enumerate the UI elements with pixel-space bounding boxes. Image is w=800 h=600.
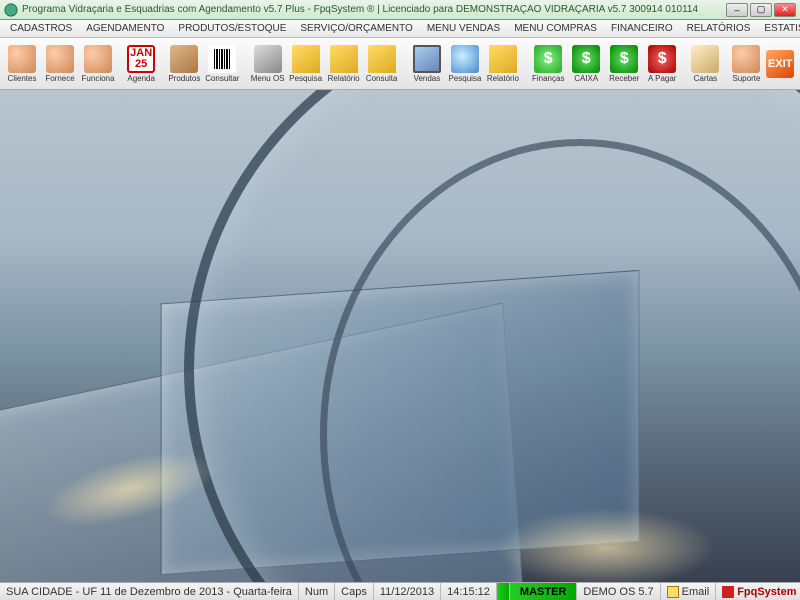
brand-icon <box>722 586 734 598</box>
people-icon <box>8 45 36 73</box>
tb-agenda[interactable]: JAN25Agenda <box>125 41 157 87</box>
reflection <box>496 508 716 582</box>
calendar-icon: JAN25 <box>127 45 155 73</box>
tb-relatorio2[interactable]: Relatório <box>485 41 521 87</box>
tb-funciona[interactable]: Funciona <box>80 41 116 87</box>
sb-location: SUA CIDADE - UF 11 de Dezembro de 2013 -… <box>0 583 299 600</box>
tb-suporte[interactable]: Suporte <box>731 41 763 87</box>
tb-fornece[interactable]: Fornece <box>42 41 78 87</box>
tb-caixa[interactable]: $CAIXA <box>568 41 604 87</box>
exit-icon: EXIT <box>766 50 794 78</box>
tb-apagar[interactable]: $A Pagar <box>644 41 680 87</box>
tb-pesquisa2[interactable]: Pesquisa <box>447 41 483 87</box>
window-titlebar: Programa Vidraçaria e Esquadrias com Age… <box>0 0 800 20</box>
menu-agendamento[interactable]: AGENDAMENTO <box>80 22 170 35</box>
tb-vendas[interactable]: Vendas <box>409 41 445 87</box>
sb-num: Num <box>299 583 335 600</box>
sb-caps: Caps <box>335 583 374 600</box>
search-icon <box>451 45 479 73</box>
tb-consultar[interactable]: Consultar <box>204 41 240 87</box>
window-controls: – ▢ ✕ <box>726 3 796 17</box>
tb-pesquisa[interactable]: Pesquisa <box>288 41 324 87</box>
tb-consulta[interactable]: Consulta <box>364 41 400 87</box>
money-icon: $ <box>534 45 562 73</box>
mail-icon <box>667 586 679 598</box>
close-button[interactable]: ✕ <box>774 3 796 17</box>
workspace-background <box>0 90 800 582</box>
pay-icon: $ <box>648 45 676 73</box>
window-title: Programa Vidraçaria e Esquadrias com Age… <box>22 4 726 15</box>
tb-menuos[interactable]: Menu OS <box>250 41 286 87</box>
tb-receber[interactable]: $Receber <box>606 41 642 87</box>
tb-exit[interactable]: EXIT <box>764 41 796 87</box>
folder-icon <box>368 45 396 73</box>
receive-icon: $ <box>610 45 638 73</box>
letter-icon <box>691 45 719 73</box>
support-icon <box>732 45 760 73</box>
menu-relatorios[interactable]: RELATÓRIOS <box>681 22 757 35</box>
folder-report-icon <box>330 45 358 73</box>
menu-compras[interactable]: MENU COMPRAS <box>508 22 603 35</box>
cash-icon: $ <box>572 45 600 73</box>
people-icon <box>84 45 112 73</box>
sb-time: 14:15:12 <box>441 583 497 600</box>
app-icon <box>4 3 18 17</box>
menu-financeiro[interactable]: FINANCEIRO <box>605 22 679 35</box>
tb-clientes[interactable]: Clientes <box>4 41 40 87</box>
menu-produtos[interactable]: PRODUTOS/ESTOQUE <box>172 22 292 35</box>
toolbar: Clientes Fornece Funciona JAN25Agenda Pr… <box>0 38 800 90</box>
sb-progress <box>497 583 510 600</box>
maximize-button[interactable]: ▢ <box>750 3 772 17</box>
monitor-icon <box>413 45 441 73</box>
clipboard-icon <box>254 45 282 73</box>
sb-version: DEMO OS 5.7 <box>577 583 660 600</box>
box-icon <box>170 45 198 73</box>
sb-brand[interactable]: FpqSystem <box>716 583 800 600</box>
tb-relatorio[interactable]: Relatório <box>326 41 362 87</box>
tb-cartas[interactable]: Cartas <box>690 41 722 87</box>
minimize-button[interactable]: – <box>726 3 748 17</box>
statusbar: SUA CIDADE - UF 11 de Dezembro de 2013 -… <box>0 582 800 600</box>
tb-produtos[interactable]: Produtos <box>166 41 202 87</box>
menu-servico[interactable]: SERVIÇO/ORÇAMENTO <box>294 22 418 35</box>
menu-estatistica[interactable]: ESTATISTICA <box>758 22 800 35</box>
menubar: CADASTROS AGENDAMENTO PRODUTOS/ESTOQUE S… <box>0 20 800 38</box>
sb-date: 11/12/2013 <box>374 583 441 600</box>
menu-vendas[interactable]: MENU VENDAS <box>421 22 506 35</box>
people-icon <box>46 45 74 73</box>
sb-user: MASTER <box>510 583 577 600</box>
folder-report-icon <box>489 45 517 73</box>
sb-email[interactable]: Email <box>661 583 717 600</box>
barcode-icon <box>208 45 236 73</box>
folder-search-icon <box>292 45 320 73</box>
menu-cadastros[interactable]: CADASTROS <box>4 22 78 35</box>
tb-financas[interactable]: $Finanças <box>530 41 566 87</box>
